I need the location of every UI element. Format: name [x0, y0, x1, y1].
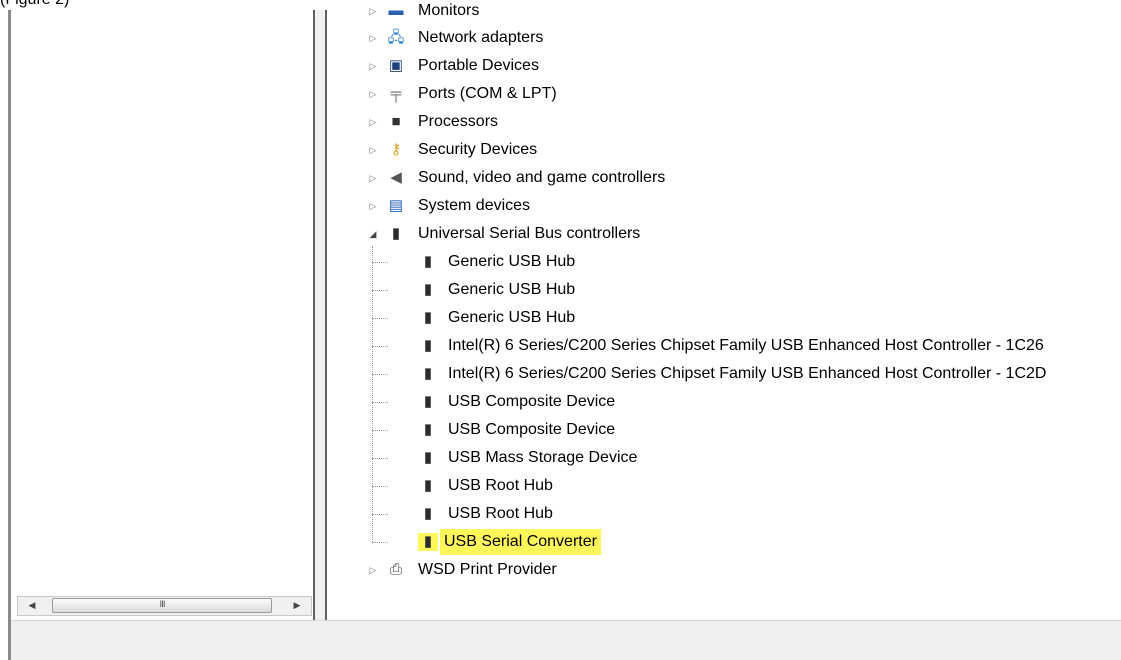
tree-item-label: System devices [418, 197, 531, 214]
tree-item-monitors[interactable]: ▷ ▬ Monitors [370, 0, 483, 24]
usb-plug-icon: ▮ [423, 477, 433, 494]
tree-item-label: Intel(R) 6 Series/C200 Series Chipset Fa… [448, 337, 1044, 354]
left-pane [11, 10, 313, 620]
tree-item-wsd-print-provider[interactable]: ▷ ⎙ WSD Print Provider [370, 557, 561, 583]
usb-child-item[interactable]: ▮ USB Root Hub [372, 473, 557, 499]
tree-item-label: Processors [418, 113, 499, 130]
tree-item-label: WSD Print Provider [418, 561, 557, 578]
tree-item-label: Generic USB Hub [448, 281, 576, 298]
usb-plug-icon: ▮ [423, 365, 433, 382]
expand-arrow-icon[interactable]: ▷ [368, 109, 378, 135]
security-key-icon: ⚷ [390, 141, 402, 158]
usb-child-item[interactable]: ▮ USB Root Hub [372, 501, 557, 527]
tree-item-label: Monitors [418, 2, 480, 19]
scroll-right-icon[interactable]: ▶ [287, 597, 307, 615]
usb-child-item[interactable]: ▮ Generic USB Hub [372, 305, 579, 331]
usb-serial-converter-item[interactable]: ▮ USB Serial Converter [372, 529, 601, 555]
tree-item-label: Ports (COM & LPT) [418, 85, 557, 102]
collapse-arrow-icon[interactable]: ◢ [368, 221, 378, 247]
status-bar [11, 620, 1121, 660]
tree-item-label: Generic USB Hub [448, 253, 576, 270]
expand-arrow-icon[interactable]: ▷ [368, 25, 378, 51]
tree-item-sound-video[interactable]: ▷ ◀ Sound, video and game controllers [370, 165, 669, 191]
usb-plug-icon: ▮ [423, 393, 433, 410]
usb-plug-icon: ▮ [391, 225, 401, 242]
usb-child-item[interactable]: ▮ USB Composite Device [372, 417, 619, 443]
usb-plug-icon: ▮ [418, 533, 438, 551]
usb-child-item[interactable]: ▮ Generic USB Hub [372, 277, 579, 303]
usb-plug-icon: ▮ [423, 309, 433, 326]
usb-plug-icon: ▮ [423, 281, 433, 298]
usb-child-item[interactable]: ▮ Generic USB Hub [372, 249, 579, 275]
portable-device-icon: ▣ [388, 57, 404, 74]
tree-item-label: USB Serial Converter [440, 529, 601, 555]
expand-arrow-icon[interactable]: ▷ [368, 193, 378, 219]
tree-item-ports[interactable]: ▷ ╤ Ports (COM & LPT) [370, 81, 561, 107]
tree-item-label: USB Root Hub [448, 477, 553, 494]
expand-arrow-icon[interactable]: ▷ [368, 137, 378, 163]
usb-plug-icon: ▮ [423, 337, 433, 354]
horizontal-scrollbar[interactable]: ◀ III ▶ [17, 596, 312, 616]
usb-plug-icon: ▮ [423, 505, 433, 522]
expand-arrow-icon[interactable]: ▷ [368, 53, 378, 79]
scroll-left-icon[interactable]: ◀ [22, 597, 42, 615]
tree-item-portable-devices[interactable]: ▷ ▣ Portable Devices [370, 53, 543, 79]
tree-item-label: USB Root Hub [448, 505, 553, 522]
expand-arrow-icon[interactable]: ▷ [368, 0, 378, 24]
tree-item-label: Network adapters [418, 29, 544, 46]
usb-child-item[interactable]: ▮ USB Mass Storage Device [372, 445, 641, 471]
processor-icon: ■ [391, 113, 401, 130]
expand-arrow-icon[interactable]: ▷ [368, 165, 378, 191]
tree-item-label: USB Mass Storage Device [448, 449, 638, 466]
speaker-icon: ◀ [390, 169, 402, 186]
pane-splitter[interactable] [313, 10, 327, 620]
usb-plug-icon: ▮ [423, 253, 433, 270]
tree-item-system-devices[interactable]: ▷ ▤ System devices [370, 193, 534, 219]
tree-item-processors[interactable]: ▷ ■ Processors [370, 109, 502, 135]
system-device-icon: ▤ [388, 197, 404, 214]
figure-caption: (Figure 2) [0, 0, 69, 9]
usb-child-item[interactable]: ▮ Intel(R) 6 Series/C200 Series Chipset … [372, 333, 1048, 359]
tree-item-label: Universal Serial Bus controllers [418, 225, 641, 242]
tree-item-network-adapters[interactable]: ▷ 🖧 Network adapters [370, 25, 547, 51]
tree-item-label: Security Devices [418, 141, 538, 158]
tree-item-label: Generic USB Hub [448, 309, 576, 326]
expand-arrow-icon[interactable]: ▷ [368, 81, 378, 107]
usb-child-item[interactable]: ▮ Intel(R) 6 Series/C200 Series Chipset … [372, 361, 1050, 387]
scroll-thumb[interactable]: III [52, 598, 272, 613]
tree-item-label: Intel(R) 6 Series/C200 Series Chipset Fa… [448, 365, 1047, 382]
port-icon: ╤ [390, 85, 402, 102]
tree-item-label: USB Composite Device [448, 393, 616, 410]
tree-item-label: Portable Devices [418, 57, 539, 74]
printer-icon: ⎙ [389, 561, 402, 578]
tree-item-label: USB Composite Device [448, 421, 616, 438]
tree-item-security-devices[interactable]: ▷ ⚷ Security Devices [370, 137, 541, 163]
usb-plug-icon: ▮ [423, 421, 433, 438]
tree-item-usb-controllers[interactable]: ◢ ▮ Universal Serial Bus controllers [370, 221, 644, 247]
monitor-icon: ▬ [388, 2, 404, 19]
usb-plug-icon: ▮ [423, 449, 433, 466]
device-tree: ▷ ▬ Monitors ▷ 🖧 Network adapters ▷ ▣ Po… [330, 0, 1121, 600]
network-adapter-icon: 🖧 [387, 29, 405, 46]
expand-arrow-icon[interactable]: ▷ [368, 557, 378, 583]
tree-item-label: Sound, video and game controllers [418, 169, 666, 186]
usb-child-item[interactable]: ▮ USB Composite Device [372, 389, 619, 415]
